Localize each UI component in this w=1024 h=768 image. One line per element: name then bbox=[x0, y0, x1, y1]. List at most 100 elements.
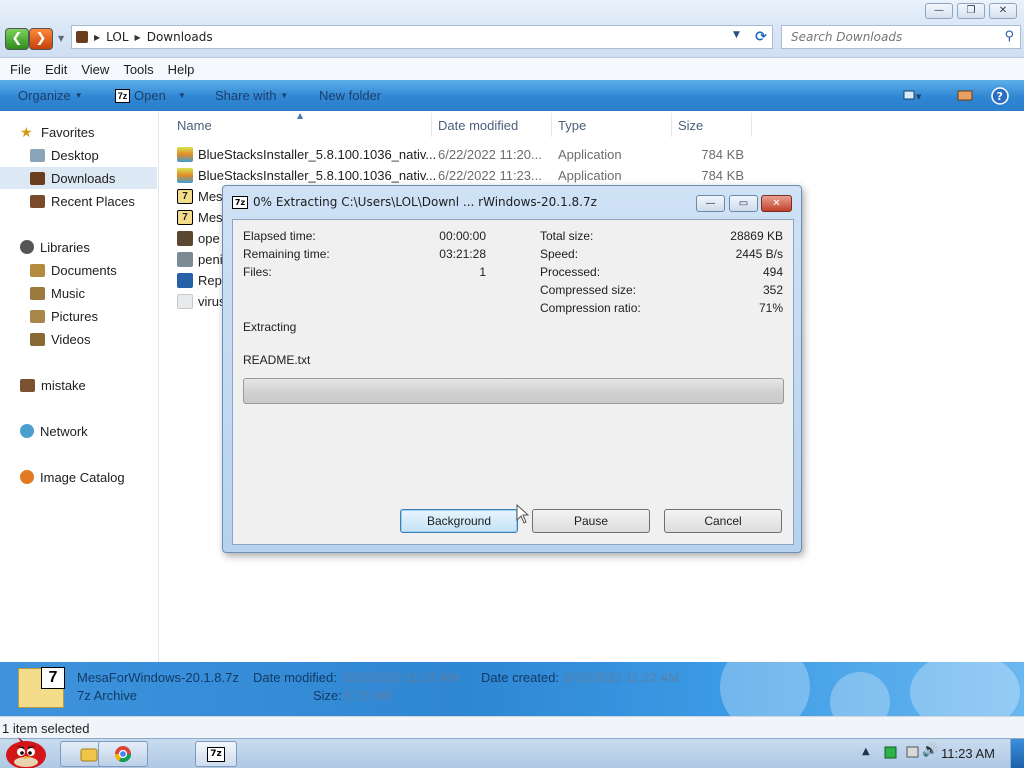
column-divider[interactable] bbox=[551, 113, 552, 137]
desktop-icon bbox=[30, 148, 45, 162]
column-divider[interactable] bbox=[431, 113, 432, 137]
taskbar-sevenzip-button[interactable]: 7z bbox=[195, 741, 237, 767]
details-filetype: 7z Archive bbox=[77, 688, 137, 703]
address-bar[interactable]: ▶ LOL ▶ Downloads bbox=[71, 25, 773, 49]
back-button[interactable]: ❮ bbox=[5, 28, 29, 50]
menu-help[interactable]: Help bbox=[168, 62, 195, 77]
file-type: Application bbox=[558, 147, 622, 162]
share-with-button[interactable]: Share with ▼ bbox=[215, 88, 288, 103]
show-desktop-button[interactable] bbox=[1010, 739, 1024, 768]
column-divider[interactable] bbox=[751, 113, 752, 137]
file-icon bbox=[177, 273, 193, 288]
nav-recent-places[interactable]: Recent Places bbox=[0, 190, 157, 212]
forward-button[interactable]: ❯ bbox=[29, 28, 53, 50]
recent-places-icon bbox=[30, 194, 45, 208]
column-size[interactable]: Size bbox=[678, 118, 703, 133]
search-input[interactable] bbox=[782, 26, 992, 48]
nav-user[interactable]: mistake bbox=[0, 374, 157, 396]
breadcrumb-item-user[interactable]: LOL bbox=[106, 30, 128, 44]
nav-documents[interactable]: Documents bbox=[0, 259, 157, 281]
nav-label: Libraries bbox=[40, 239, 90, 255]
background-button[interactable]: Background bbox=[400, 509, 518, 533]
sevenzip-icon: 7z bbox=[232, 195, 248, 209]
dialog-title-text: 0% Extracting C:\Users\LOL\Downl ... rWi… bbox=[253, 195, 597, 209]
refresh-icon[interactable]: ⟳ bbox=[752, 28, 770, 46]
search-icon[interactable]: ⚲ bbox=[1004, 29, 1014, 44]
documents-icon bbox=[30, 263, 45, 277]
details-date-modified-label: Date modified: bbox=[253, 670, 337, 685]
new-folder-label: New folder bbox=[319, 88, 382, 103]
cancel-button[interactable]: Cancel bbox=[664, 509, 782, 533]
view-options-button[interactable]: ▼ bbox=[902, 86, 922, 104]
total-size-label: Total size: bbox=[540, 229, 594, 243]
nav-videos[interactable]: Videos bbox=[0, 328, 157, 350]
dialog-title: 7z 0% Extracting C:\Users\LOL\Downl ... … bbox=[232, 195, 597, 209]
menu-tools[interactable]: Tools bbox=[123, 62, 153, 77]
arrow-right-icon: ❯ bbox=[35, 31, 47, 46]
file-row[interactable]: BlueStacksInstaller_5.8.100.1036_nativ..… bbox=[159, 165, 759, 186]
network-status-icon[interactable] bbox=[884, 744, 898, 763]
nav-image-catalog[interactable]: Image Catalog bbox=[0, 466, 157, 488]
minimize-button[interactable]: — bbox=[925, 3, 953, 19]
menu-file[interactable]: File bbox=[10, 62, 31, 77]
maximize-button[interactable]: ❐ bbox=[957, 3, 985, 19]
remaining-time-value: 03:21:28 bbox=[439, 247, 486, 261]
help-button[interactable]: ? bbox=[990, 86, 1010, 105]
bluestacks-icon bbox=[177, 168, 193, 183]
tray-app-icon[interactable] bbox=[906, 744, 920, 763]
nav-favorites[interactable]: ★ Favorites bbox=[0, 121, 157, 143]
arrow-left-icon: ❮ bbox=[11, 31, 23, 46]
chevron-right-icon[interactable]: ▶ bbox=[94, 33, 100, 42]
file-name: Mes bbox=[198, 189, 223, 204]
svg-text:▼: ▼ bbox=[916, 93, 922, 101]
volume-icon[interactable]: 🔊 bbox=[922, 743, 938, 758]
sevenzip-archive-icon: 7 bbox=[177, 189, 193, 204]
nav-desktop[interactable]: Desktop bbox=[0, 144, 157, 166]
nav-pictures[interactable]: Pictures bbox=[0, 305, 157, 327]
nav-network[interactable]: Network bbox=[0, 420, 157, 442]
tray-expand-icon[interactable]: ▲ bbox=[862, 746, 870, 757]
organize-button[interactable]: Organize ▼ bbox=[18, 88, 83, 103]
taskbar-clock[interactable]: 11:23 AM bbox=[941, 746, 995, 761]
processed-value: 494 bbox=[762, 265, 783, 279]
open-button[interactable]: 7z Open ▼ bbox=[115, 88, 186, 103]
taskbar-chrome-button[interactable] bbox=[98, 741, 148, 767]
dialog-minimize-button[interactable]: — bbox=[696, 195, 725, 212]
chevron-right-icon[interactable]: ▶ bbox=[135, 33, 141, 42]
dialog-close-button[interactable]: ✕ bbox=[761, 195, 792, 212]
column-type[interactable]: Type bbox=[558, 118, 586, 133]
new-folder-button[interactable]: New folder bbox=[319, 88, 381, 103]
status-bar: 1 item selected bbox=[0, 716, 1024, 738]
nav-music[interactable]: Music bbox=[0, 282, 157, 304]
menu-edit[interactable]: Edit bbox=[45, 62, 67, 77]
compression-ratio-value: 71% bbox=[758, 301, 783, 315]
videos-icon bbox=[30, 332, 45, 346]
file-name: Mes bbox=[198, 210, 223, 225]
svg-text:?: ? bbox=[997, 90, 1003, 103]
breadcrumb-item-downloads[interactable]: Downloads bbox=[147, 30, 213, 44]
column-name[interactable]: Name bbox=[177, 118, 212, 133]
search-box: ⚲ bbox=[781, 25, 1021, 49]
speed-value: 2445 B/s bbox=[735, 247, 783, 261]
pause-button[interactable]: Pause bbox=[532, 509, 650, 533]
menu-view[interactable]: View bbox=[81, 62, 109, 77]
start-button[interactable] bbox=[2, 731, 50, 768]
recent-pages-dropdown[interactable]: ▼ bbox=[58, 34, 64, 43]
column-date-modified[interactable]: Date modified bbox=[438, 118, 518, 133]
preview-pane-button[interactable] bbox=[955, 86, 975, 104]
nav-downloads[interactable]: Downloads bbox=[0, 167, 157, 189]
decor-bubble bbox=[720, 662, 810, 716]
file-date: 6/22/2022 11:23... bbox=[438, 168, 542, 183]
file-row[interactable]: BlueStacksInstaller_5.8.100.1036_nativ..… bbox=[159, 144, 759, 165]
address-dropdown-icon[interactable]: ▼ bbox=[733, 30, 740, 40]
file-size: 784 KB bbox=[701, 168, 744, 183]
close-button[interactable]: ✕ bbox=[989, 3, 1017, 19]
dialog-maximize-button[interactable]: ▭ bbox=[729, 195, 758, 212]
nav-libraries[interactable]: Libraries bbox=[0, 236, 157, 258]
file-type: Application bbox=[558, 168, 622, 183]
column-divider[interactable] bbox=[671, 113, 672, 137]
share-with-label: Share with bbox=[215, 88, 277, 103]
open-label: Open bbox=[134, 88, 166, 103]
user-folder-icon bbox=[20, 378, 35, 392]
folder-icon bbox=[80, 748, 98, 762]
